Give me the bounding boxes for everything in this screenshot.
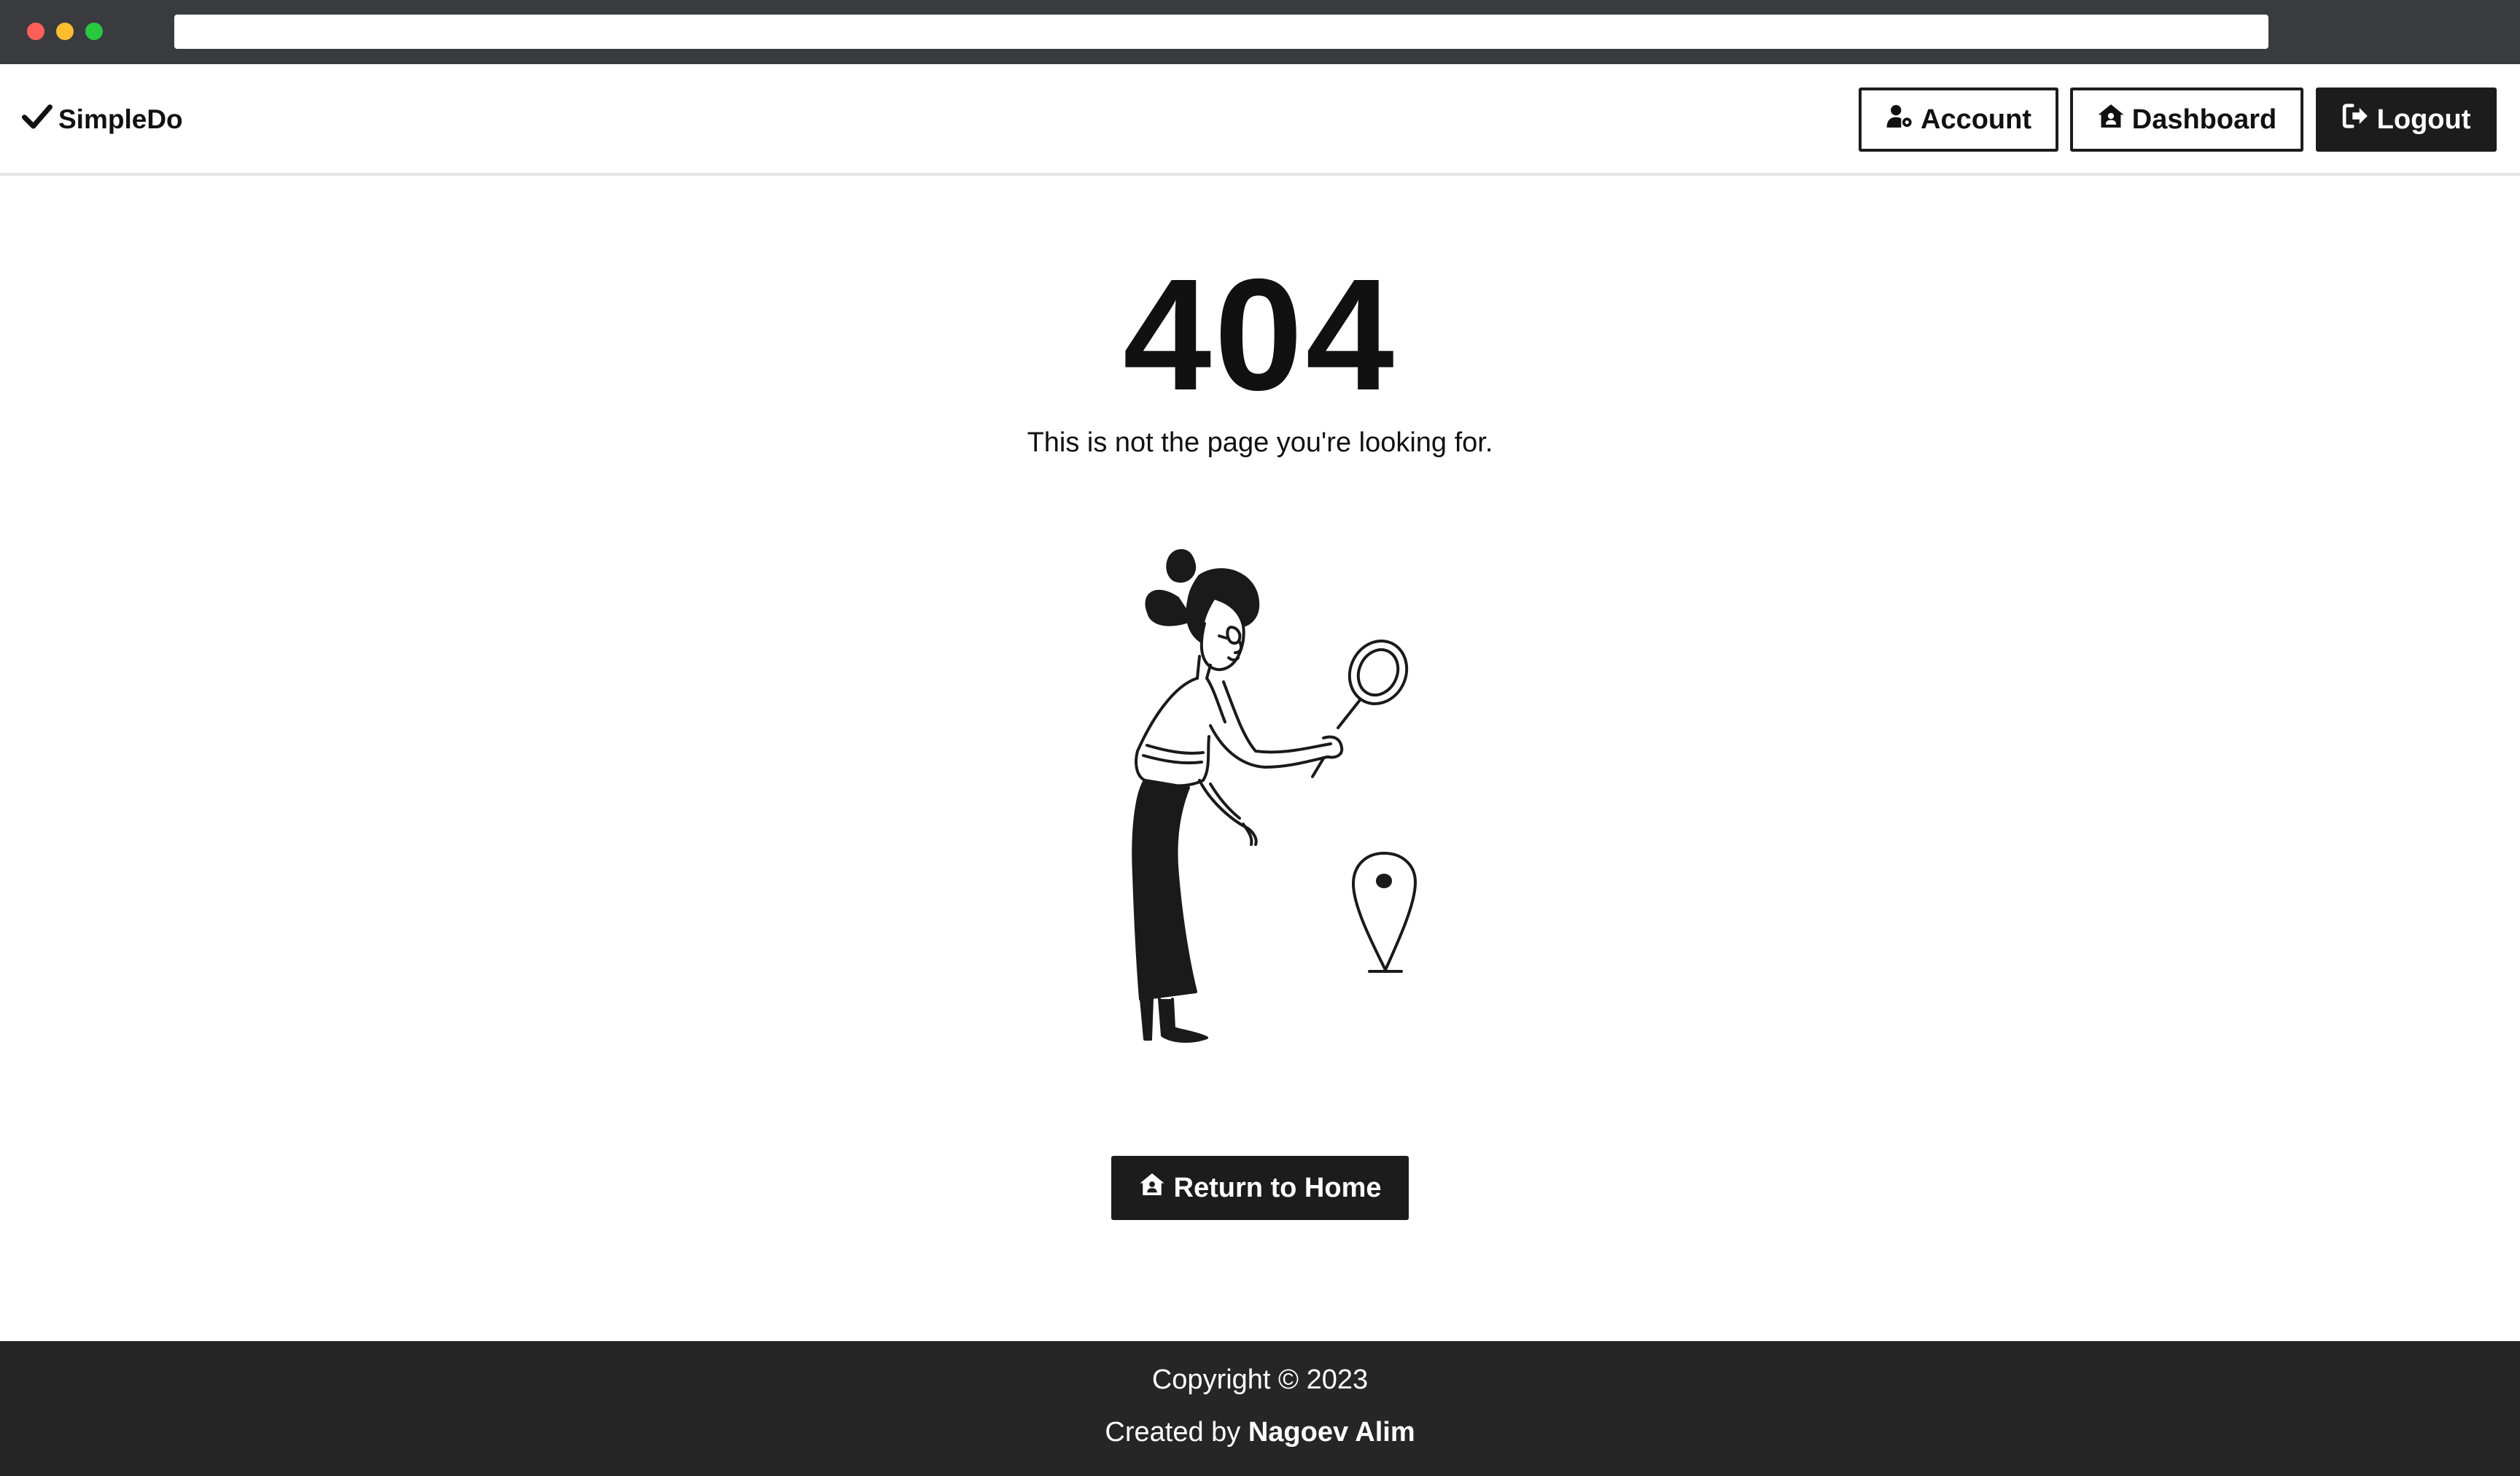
logout-label: Logout xyxy=(2376,104,2471,135)
user-gear-icon xyxy=(1886,102,1913,137)
return-home-button[interactable]: Return to Home xyxy=(1111,1156,1409,1220)
credit-text: Created by Nagoev Alim xyxy=(0,1417,2520,1448)
logout-button[interactable]: Logout xyxy=(2316,88,2497,152)
account-button[interactable]: Account xyxy=(1859,88,2058,152)
navbar: SimpleDo Account Dashboard Logout xyxy=(0,64,2520,176)
window-close-dot[interactable] xyxy=(27,23,44,40)
browser-chrome xyxy=(0,0,2520,64)
footer: Copyright © 2023 Created by Nagoev Alim xyxy=(0,1341,2520,1476)
return-home-label: Return to Home xyxy=(1173,1172,1382,1203)
dashboard-label: Dashboard xyxy=(2131,104,2277,135)
address-bar[interactable] xyxy=(174,15,2268,49)
house-user-icon xyxy=(1139,1171,1165,1205)
dashboard-button[interactable]: Dashboard xyxy=(2070,88,2303,152)
credit-prefix: Created by xyxy=(1105,1417,1248,1448)
error-message: This is not the page you're looking for. xyxy=(1027,427,1493,458)
author-link[interactable]: Nagoev Alim xyxy=(1248,1417,1415,1448)
window-minimize-dot[interactable] xyxy=(56,23,74,40)
check-icon xyxy=(22,101,52,138)
lost-illustration xyxy=(1065,532,1458,1087)
account-label: Account xyxy=(1921,104,2031,135)
brand-name: SimpleDo xyxy=(58,104,183,134)
window-maximize-dot[interactable] xyxy=(85,23,103,40)
house-user-icon xyxy=(2097,102,2125,137)
error-code: 404 xyxy=(1123,246,1397,424)
brand-link[interactable]: SimpleDo xyxy=(22,101,183,138)
logout-icon xyxy=(2342,102,2370,137)
copyright-text: Copyright © 2023 xyxy=(1151,1364,1369,1395)
